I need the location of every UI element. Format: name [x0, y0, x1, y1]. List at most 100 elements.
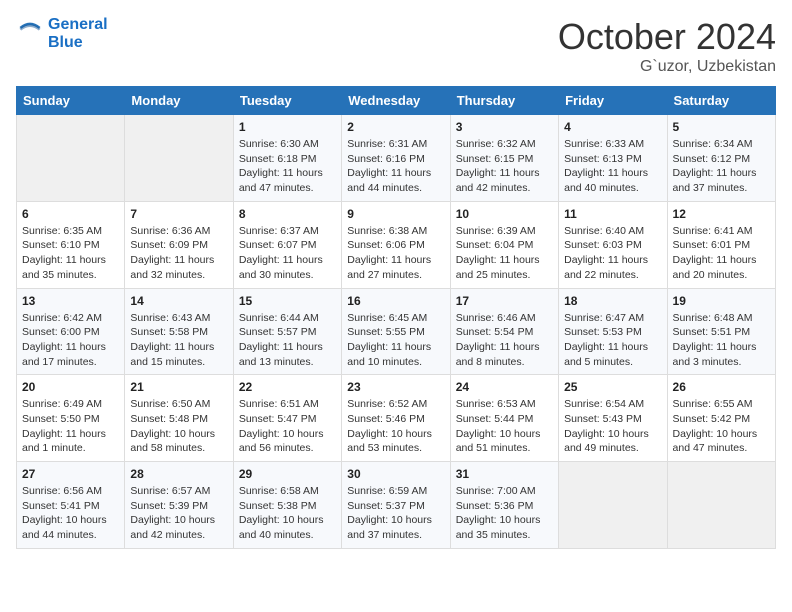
day-number: 8 — [239, 207, 336, 221]
location: G`uzor, Uzbekistan — [558, 58, 776, 76]
day-info: Sunrise: 6:45 AM Sunset: 5:55 PM Dayligh… — [347, 311, 444, 370]
calendar-week-row: 27Sunrise: 6:56 AM Sunset: 5:41 PM Dayli… — [17, 462, 776, 549]
day-info: Sunrise: 6:39 AM Sunset: 6:04 PM Dayligh… — [456, 224, 553, 283]
day-number: 18 — [564, 294, 661, 308]
calendar-table: SundayMondayTuesdayWednesdayThursdayFrid… — [16, 86, 776, 549]
day-number: 30 — [347, 467, 444, 481]
weekday-header: Saturday — [667, 87, 775, 115]
calendar-cell: 12 Sunrise: 6:41 AM Sunset: 6:01 PM Dayli… — [667, 201, 775, 288]
calendar-cell: 8 Sunrise: 6:37 AM Sunset: 6:07 PM Daylig… — [233, 201, 341, 288]
logo: General Blue — [16, 16, 108, 52]
day-info: Sunrise: 6:47 AM Sunset: 5:53 PM Dayligh… — [564, 311, 661, 370]
day-number: 31 — [456, 467, 553, 481]
calendar-cell: 3 Sunrise: 6:32 AM Sunset: 6:15 PM Daylig… — [450, 115, 558, 202]
day-info: Sunrise: 6:51 AM Sunset: 5:47 PM Dayligh… — [239, 397, 336, 456]
day-info: Sunrise: 6:41 AM Sunset: 6:01 PM Dayligh… — [673, 224, 770, 283]
day-info: Sunrise: 6:49 AM Sunset: 5:50 PM Dayligh… — [22, 397, 119, 456]
calendar-cell: 16 Sunrise: 6:45 AM Sunset: 5:55 PM Dayli… — [342, 288, 450, 375]
calendar-cell: 7 Sunrise: 6:36 AM Sunset: 6:09 PM Daylig… — [125, 201, 233, 288]
calendar-cell: 15 Sunrise: 6:44 AM Sunset: 5:57 PM Dayli… — [233, 288, 341, 375]
calendar-cell: 22 Sunrise: 6:51 AM Sunset: 5:47 PM Dayli… — [233, 375, 341, 462]
day-number: 14 — [130, 294, 227, 308]
day-info: Sunrise: 6:50 AM Sunset: 5:48 PM Dayligh… — [130, 397, 227, 456]
day-info: Sunrise: 6:57 AM Sunset: 5:39 PM Dayligh… — [130, 484, 227, 543]
day-number: 23 — [347, 380, 444, 394]
day-number: 5 — [673, 120, 770, 134]
calendar-cell: 13 Sunrise: 6:42 AM Sunset: 6:00 PM Dayli… — [17, 288, 125, 375]
calendar-cell — [667, 462, 775, 549]
calendar-cell: 17Sunrise: 6:46 AM Sunset: 5:54 PM Dayli… — [450, 288, 558, 375]
day-number: 11 — [564, 207, 661, 221]
calendar-cell: 26Sunrise: 6:55 AM Sunset: 5:42 PM Dayli… — [667, 375, 775, 462]
title-block: October 2024 G`uzor, Uzbekistan — [558, 16, 776, 76]
day-number: 7 — [130, 207, 227, 221]
day-number: 27 — [22, 467, 119, 481]
calendar-cell: 18 Sunrise: 6:47 AM Sunset: 5:53 PM Dayli… — [559, 288, 667, 375]
day-info: Sunrise: 6:42 AM Sunset: 6:00 PM Dayligh… — [22, 311, 119, 370]
day-number: 21 — [130, 380, 227, 394]
calendar-cell: 20 Sunrise: 6:49 AM Sunset: 5:50 PM Dayli… — [17, 375, 125, 462]
weekday-header: Monday — [125, 87, 233, 115]
calendar-week-row: 6Sunrise: 6:35 AM Sunset: 6:10 PM Daylig… — [17, 201, 776, 288]
logo-icon — [16, 20, 44, 48]
calendar-cell: 14 Sunrise: 6:43 AM Sunset: 5:58 PM Dayli… — [125, 288, 233, 375]
day-number: 19 — [673, 294, 770, 308]
calendar-cell: 23 Sunrise: 6:52 AM Sunset: 5:46 PM Dayli… — [342, 375, 450, 462]
day-number: 16 — [347, 294, 444, 308]
page-header: General Blue October 2024 G`uzor, Uzbeki… — [16, 16, 776, 76]
calendar-week-row: 13 Sunrise: 6:42 AM Sunset: 6:00 PM Dayli… — [17, 288, 776, 375]
day-number: 22 — [239, 380, 336, 394]
day-info: Sunrise: 6:32 AM Sunset: 6:15 PM Dayligh… — [456, 137, 553, 196]
weekday-header: Tuesday — [233, 87, 341, 115]
calendar-cell: 10 Sunrise: 6:39 AM Sunset: 6:04 PM Dayli… — [450, 201, 558, 288]
logo-text: General Blue — [48, 16, 108, 52]
calendar-cell — [125, 115, 233, 202]
day-info: Sunrise: 6:36 AM Sunset: 6:09 PM Dayligh… — [130, 224, 227, 283]
calendar-week-row: 1Sunrise: 6:30 AM Sunset: 6:18 PM Daylig… — [17, 115, 776, 202]
day-number: 29 — [239, 467, 336, 481]
day-number: 12 — [673, 207, 770, 221]
day-number: 2 — [347, 120, 444, 134]
weekday-header: Sunday — [17, 87, 125, 115]
day-info: Sunrise: 6:55 AM Sunset: 5:42 PM Dayligh… — [673, 397, 770, 456]
day-number: 13 — [22, 294, 119, 308]
calendar-cell: 27Sunrise: 6:56 AM Sunset: 5:41 PM Dayli… — [17, 462, 125, 549]
day-info: Sunrise: 6:37 AM Sunset: 6:07 PM Dayligh… — [239, 224, 336, 283]
calendar-cell: 4Sunrise: 6:33 AM Sunset: 6:13 PM Daylig… — [559, 115, 667, 202]
calendar-cell — [559, 462, 667, 549]
day-info: Sunrise: 7:00 AM Sunset: 5:36 PM Dayligh… — [456, 484, 553, 543]
day-info: Sunrise: 6:43 AM Sunset: 5:58 PM Dayligh… — [130, 311, 227, 370]
month-title: October 2024 — [558, 16, 776, 58]
day-number: 9 — [347, 207, 444, 221]
calendar-cell: 9Sunrise: 6:38 AM Sunset: 6:06 PM Daylig… — [342, 201, 450, 288]
day-number: 3 — [456, 120, 553, 134]
day-info: Sunrise: 6:52 AM Sunset: 5:46 PM Dayligh… — [347, 397, 444, 456]
day-info: Sunrise: 6:34 AM Sunset: 6:12 PM Dayligh… — [673, 137, 770, 196]
calendar-cell — [17, 115, 125, 202]
calendar-cell: 5 Sunrise: 6:34 AM Sunset: 6:12 PM Daylig… — [667, 115, 775, 202]
day-info: Sunrise: 6:54 AM Sunset: 5:43 PM Dayligh… — [564, 397, 661, 456]
day-number: 4 — [564, 120, 661, 134]
calendar-cell: 1Sunrise: 6:30 AM Sunset: 6:18 PM Daylig… — [233, 115, 341, 202]
day-number: 20 — [22, 380, 119, 394]
day-info: Sunrise: 6:44 AM Sunset: 5:57 PM Dayligh… — [239, 311, 336, 370]
calendar-cell: 19 Sunrise: 6:48 AM Sunset: 5:51 PM Dayli… — [667, 288, 775, 375]
day-info: Sunrise: 6:31 AM Sunset: 6:16 PM Dayligh… — [347, 137, 444, 196]
day-info: Sunrise: 6:46 AM Sunset: 5:54 PM Dayligh… — [456, 311, 553, 370]
calendar-cell: 11Sunrise: 6:40 AM Sunset: 6:03 PM Dayli… — [559, 201, 667, 288]
day-number: 10 — [456, 207, 553, 221]
day-info: Sunrise: 6:58 AM Sunset: 5:38 PM Dayligh… — [239, 484, 336, 543]
calendar-cell: 29 Sunrise: 6:58 AM Sunset: 5:38 PM Dayli… — [233, 462, 341, 549]
calendar-week-row: 20 Sunrise: 6:49 AM Sunset: 5:50 PM Dayli… — [17, 375, 776, 462]
calendar-cell: 25Sunrise: 6:54 AM Sunset: 5:43 PM Dayli… — [559, 375, 667, 462]
day-number: 28 — [130, 467, 227, 481]
calendar-cell: 31 Sunrise: 7:00 AM Sunset: 5:36 PM Dayli… — [450, 462, 558, 549]
calendar-cell: 2 Sunrise: 6:31 AM Sunset: 6:16 PM Daylig… — [342, 115, 450, 202]
day-number: 24 — [456, 380, 553, 394]
calendar-cell: 28 Sunrise: 6:57 AM Sunset: 5:39 PM Dayli… — [125, 462, 233, 549]
day-number: 15 — [239, 294, 336, 308]
day-info: Sunrise: 6:48 AM Sunset: 5:51 PM Dayligh… — [673, 311, 770, 370]
weekday-header: Friday — [559, 87, 667, 115]
day-number: 1 — [239, 120, 336, 134]
calendar-cell: 21 Sunrise: 6:50 AM Sunset: 5:48 PM Dayli… — [125, 375, 233, 462]
